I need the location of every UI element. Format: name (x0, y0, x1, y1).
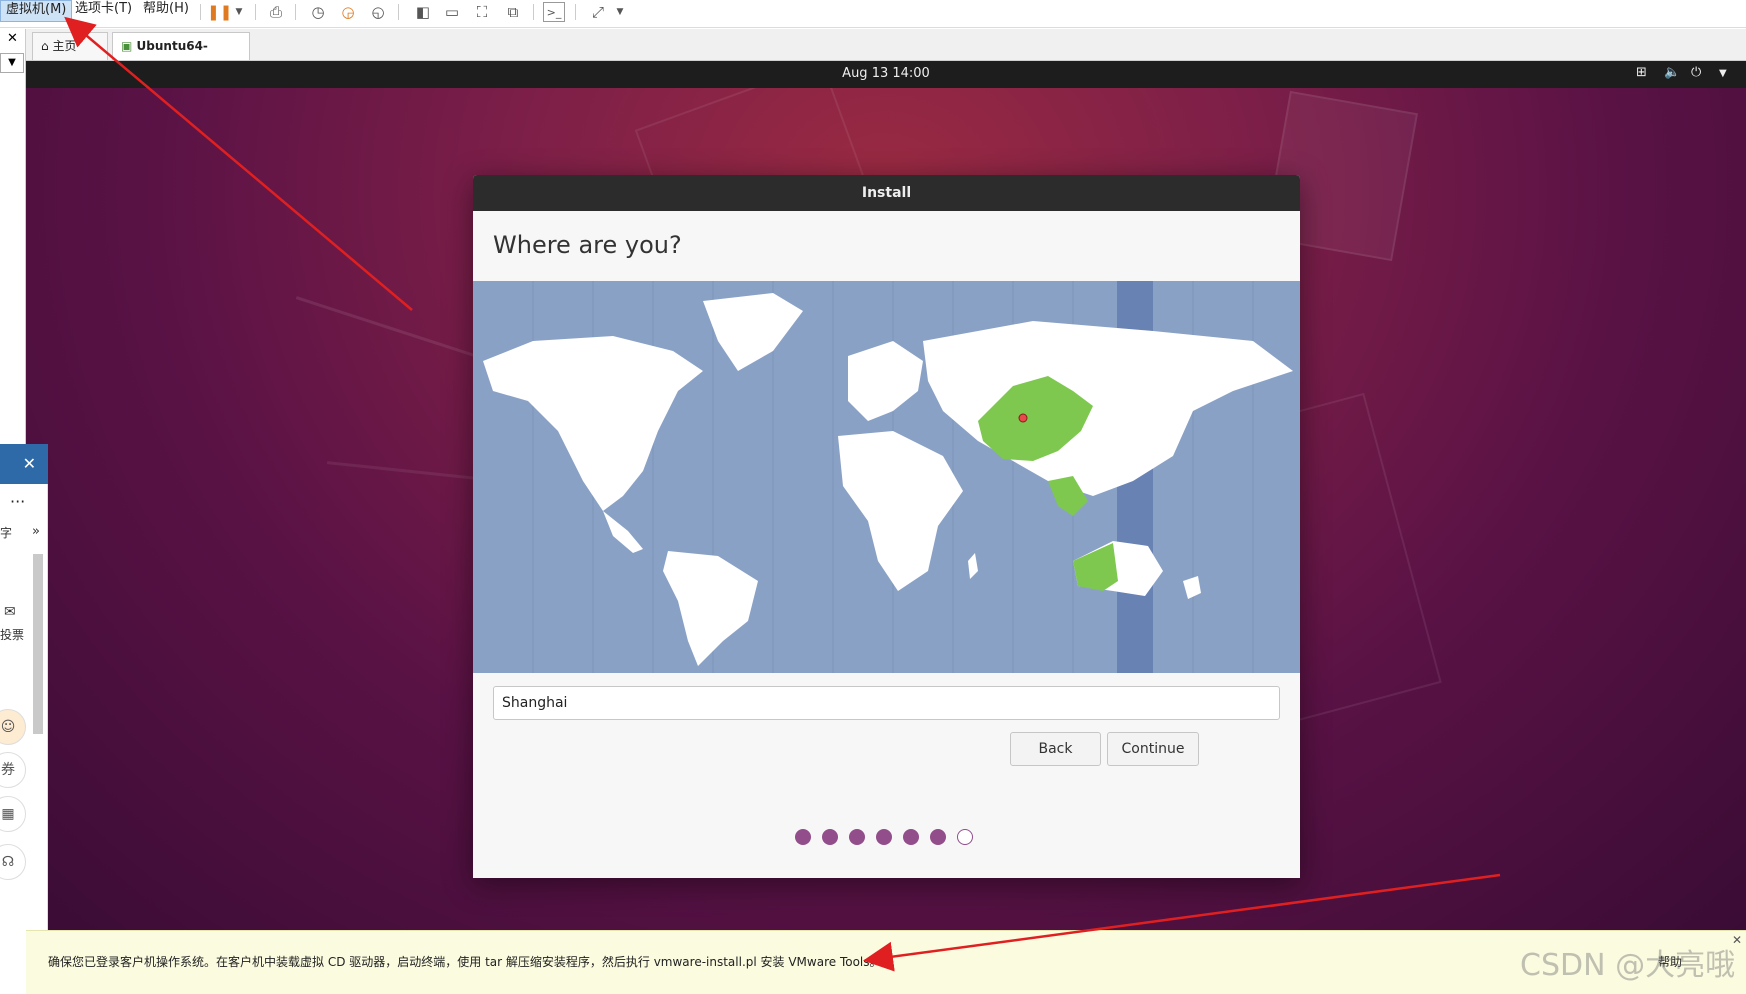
menu-help[interactable]: 帮助(H) (138, 0, 194, 22)
tab-home[interactable]: ⌂ 主页 (32, 32, 108, 60)
csdn-watermark: CSDN @大亮哦 (1520, 948, 1736, 983)
page-title: Where are you? (493, 231, 682, 259)
send-keys-icon[interactable]: ⎙ (265, 2, 287, 22)
ubuntu-top-bar: Aug 13 14:00 ⊞ 🔈 ⏻ ▼ (26, 61, 1746, 88)
avatar[interactable]: ☺ (0, 709, 26, 745)
progress-dot (822, 829, 838, 845)
qr-code-icon[interactable]: ▦ (0, 796, 26, 832)
side-label-coupon: 券 (1, 762, 15, 778)
stretch-guest-icon[interactable]: ⤢ (587, 2, 609, 22)
location-pin-icon (1018, 413, 1028, 423)
coupon-icon[interactable]: 券 (0, 752, 26, 788)
location-input[interactable]: Shanghai (493, 686, 1280, 720)
back-button[interactable]: Back (1010, 732, 1101, 766)
library-dropdown[interactable]: ▼ (0, 53, 24, 73)
more-icon[interactable]: ··· (10, 492, 25, 511)
vmware-tools-notice: 确保您已登录客户机操作系统。在客户机中装载虚拟 CD 驱动器，启动终端，使用 t… (26, 930, 1746, 994)
revert-snapshot-icon[interactable]: ◶ (337, 2, 359, 22)
home-icon: ⌂ (41, 39, 49, 53)
volume-icon[interactable]: 🔈 (1664, 65, 1680, 80)
headset-icon[interactable]: ☊ (0, 844, 26, 880)
floating-side-widget: ✕ ··· » 字 ✉ 投票 ☺ 券 ▦ ☊ (0, 444, 48, 994)
unity-icon[interactable]: ⧉ (502, 2, 524, 22)
progress-dot (795, 829, 811, 845)
vmware-tabbar: ⌂ 主页 ▣ Ubuntu64-0813 ✕ (0, 29, 1746, 79)
progress-dot (930, 829, 946, 845)
power-icon[interactable]: ⏻ (1691, 65, 1701, 80)
close-widget-icon[interactable]: ✕ (0, 444, 48, 484)
tab-home-label: 主页 (52, 39, 77, 53)
dropdown-arrow-icon[interactable]: ▼ (228, 2, 250, 22)
notice-text: 确保您已登录客户机操作系统。在客户机中装载虚拟 CD 驱动器，启动终端，使用 t… (48, 955, 882, 969)
installer-window: Install Where are you? Shanghai Back Con… (473, 175, 1300, 878)
progress-dot (876, 829, 892, 845)
side-label-a: 字 (0, 526, 13, 540)
clock[interactable]: Aug 13 14:00 (26, 66, 1746, 81)
snapshot-icon[interactable]: ◷ (307, 2, 329, 22)
progress-dot (903, 829, 919, 845)
tab-ubuntu-vm[interactable]: ▣ Ubuntu64-0813 ✕ (112, 32, 250, 79)
side-label-vote[interactable]: 投票 (0, 626, 24, 643)
full-screen-icon[interactable]: ⛶ (471, 2, 493, 22)
progress-dot-current (957, 829, 973, 845)
progress-dot (849, 829, 865, 845)
console-icon[interactable]: >_ (543, 2, 565, 22)
show-sidebar-icon[interactable]: ◧ (412, 2, 434, 22)
pause-icon[interactable]: ❚❚ (207, 2, 232, 22)
continue-button[interactable]: Continue (1107, 732, 1199, 766)
close-library-icon[interactable]: ✕ (7, 31, 18, 46)
timezone-map[interactable] (473, 281, 1300, 673)
vm-icon: ▣ (121, 39, 133, 53)
manage-snapshots-icon[interactable]: ◵ (367, 2, 389, 22)
menu-vm[interactable]: 虚拟机(M) (0, 0, 73, 22)
guest-desktop[interactable]: Aug 13 14:00 ⊞ 🔈 ⏻ ▼ Install Where are y… (26, 61, 1746, 930)
system-menu-arrow-icon[interactable]: ▼ (1719, 68, 1727, 79)
world-map-graphic (483, 281, 1293, 673)
library-panel: ✕ ▼ (0, 29, 26, 449)
menu-tabs[interactable]: 选项卡(T) (70, 0, 137, 22)
installer-title: Install (473, 175, 1300, 211)
network-icon[interactable]: ⊞ (1636, 65, 1647, 80)
vmware-menubar: 虚拟机(M) 选项卡(T) 帮助(H) ❚❚ ▼ ⎙ ◷ ◶ ◵ ◧ ▭ ⛶ ⧉… (0, 0, 1746, 28)
stretch-dropdown-icon[interactable]: ▼ (609, 2, 631, 22)
widget-scrollbar[interactable] (33, 554, 43, 734)
vote-icon[interactable]: ✉ (4, 604, 16, 620)
thumbnail-bar-icon[interactable]: ▭ (441, 2, 463, 22)
